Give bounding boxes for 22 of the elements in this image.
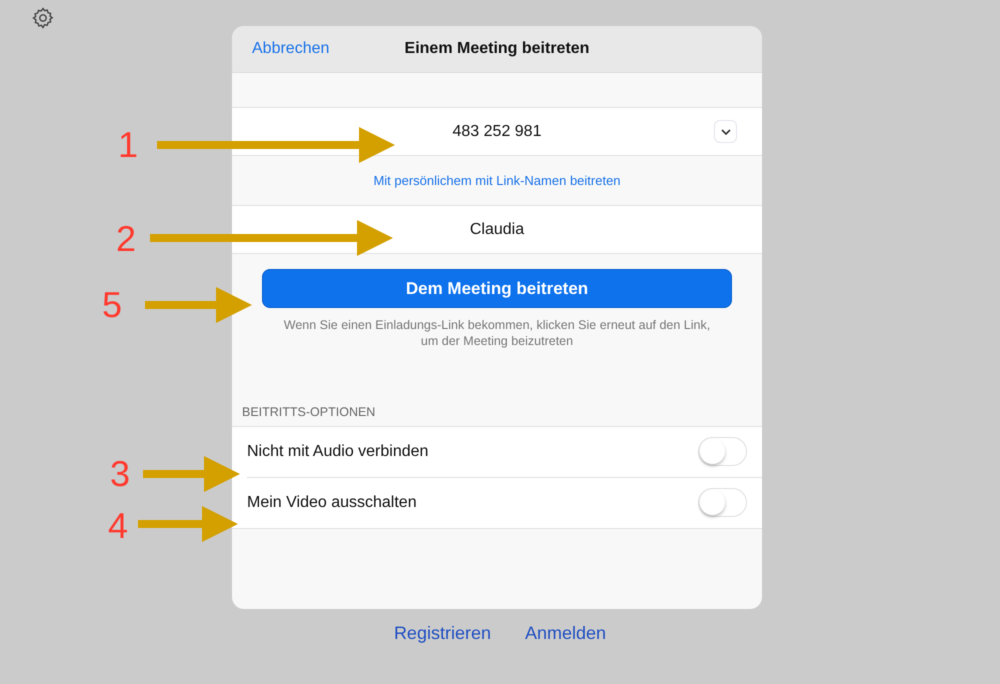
annotation-number: 4 <box>108 508 128 544</box>
cancel-link[interactable]: Abbrechen <box>252 40 330 58</box>
toggle-switch[interactable] <box>698 488 747 518</box>
footer-link[interactable]: Registrieren <box>394 623 491 684</box>
annotation-number: 3 <box>110 456 130 492</box>
settings-icon[interactable] <box>31 6 55 30</box>
personal-link[interactable]: Mit persönlichem mit Link-Namen beitreten <box>373 173 621 188</box>
annotation-number: 1 <box>118 127 138 163</box>
name-field[interactable]: Claudia <box>232 205 762 254</box>
help-text: Wenn Sie einen Einladungs-Link bekommen, klicken Sie erneut auf den Link, um der Meeting beizutreten <box>282 317 712 350</box>
option-label: Nicht mit Audio verbinden <box>247 442 428 461</box>
join-button[interactable]: Dem Meeting beitreten <box>262 268 732 308</box>
annotation-number: 5 <box>102 287 122 323</box>
toggle-switch[interactable] <box>698 437 747 466</box>
annotation-number: 2 <box>116 221 136 257</box>
section-header: BEITRITTS-OPTIONEN <box>242 405 376 422</box>
option-label: Mein Video ausschalten <box>247 494 417 512</box>
dialog-title: Einem Meeting beitreten <box>404 40 590 57</box>
meeting-id-field[interactable]: 483 252 981 <box>232 107 762 156</box>
dropdown-button[interactable] <box>714 120 737 143</box>
chevron-down-icon <box>720 128 730 134</box>
footer-link[interactable]: Anmelden <box>524 623 606 684</box>
